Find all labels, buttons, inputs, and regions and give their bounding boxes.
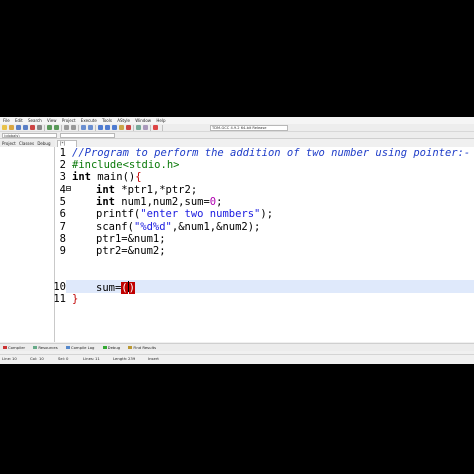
- line-number: 10: [53, 281, 66, 293]
- find-results-icon: [128, 346, 133, 349]
- menu-execute[interactable]: Execute: [81, 118, 97, 123]
- code-line: ptr1=&num1;: [96, 233, 166, 245]
- menu-window[interactable]: Window: [135, 118, 151, 123]
- close-icon[interactable]: [30, 125, 35, 130]
- menu-bar: File Edit Search View Project Execute To…: [0, 117, 474, 124]
- tab-debug-output[interactable]: Debug: [102, 345, 120, 350]
- rebuild-icon[interactable]: [119, 125, 124, 130]
- menu-astyle[interactable]: AStyle: [117, 118, 130, 123]
- chart-icon[interactable]: [136, 125, 141, 130]
- editor-tab[interactable]: [*] Untitled1: [57, 140, 78, 152]
- menu-view[interactable]: View: [47, 118, 57, 123]
- menu-edit[interactable]: Edit: [15, 118, 23, 123]
- resources-icon: [33, 346, 38, 349]
- compiler-select[interactable]: TDM-GCC 4.9.2 64-bit Release: [210, 125, 288, 131]
- tab-find-results[interactable]: Find Results: [128, 345, 156, 350]
- new-file-icon[interactable]: [2, 125, 7, 130]
- debug-output-icon: [102, 346, 107, 349]
- compile-run-icon[interactable]: [112, 125, 117, 130]
- status-lines-label: Lines:: [83, 356, 95, 361]
- save-all-icon[interactable]: [23, 125, 28, 130]
- code-line: int num1,num2,sum=0;: [96, 196, 223, 208]
- tab-classes[interactable]: Classes: [19, 141, 34, 146]
- line-number: 9: [59, 245, 66, 257]
- status-line-value: 10: [12, 356, 17, 361]
- panel-tabs: Project Classes Debug: [0, 140, 55, 147]
- tab-debug[interactable]: Debug: [37, 141, 50, 146]
- status-bar: Line: 10 Col: 10 Sel: 0 Lines: 11 Length…: [0, 354, 474, 362]
- code-editor[interactable]: 1 2 3 4 5 6 7 8 9 10 11 //Program to per…: [53, 147, 474, 342]
- line-number: 8: [59, 233, 66, 245]
- ide-window: File Edit Search View Project Execute To…: [0, 117, 474, 364]
- save-icon[interactable]: [16, 125, 21, 130]
- main-toolbar: TDM-GCC 4.9.2 64-bit Release: [0, 124, 474, 132]
- open-folder-icon[interactable]: [9, 125, 14, 130]
- print-icon[interactable]: [37, 125, 42, 130]
- line-number: 1: [59, 147, 66, 159]
- output-tabs: Compiler Resources Compile Log Debug Fin…: [0, 343, 474, 351]
- menu-file[interactable]: File: [3, 118, 10, 123]
- code-line: ptr2=&num2;: [96, 245, 166, 257]
- code-line: }: [72, 293, 79, 305]
- tab-project[interactable]: Project: [2, 141, 16, 146]
- code-line: #include<stdio.h>: [72, 159, 180, 171]
- line-number: 5: [59, 196, 66, 208]
- code-line: int main(){: [72, 171, 142, 183]
- line-number: 11: [53, 293, 66, 305]
- stop-icon[interactable]: [153, 125, 158, 130]
- tab-compile-log[interactable]: Compile Log: [65, 345, 94, 350]
- project-browser: [0, 147, 55, 342]
- redo-icon[interactable]: [54, 125, 59, 130]
- indent-icon[interactable]: [81, 125, 86, 130]
- line-number: 2: [59, 159, 66, 171]
- code-line: printf("enter two numbers");: [96, 208, 274, 220]
- menu-search[interactable]: Search: [28, 118, 42, 123]
- symbol-select[interactable]: [60, 133, 115, 138]
- code-line: scanf("%d%d",&num1,&num2);: [96, 221, 261, 233]
- code-line: //Program to perform the addition of two…: [72, 147, 471, 159]
- secondary-toolbar: (globals): [0, 132, 474, 139]
- status-sel-value: 0: [66, 356, 69, 361]
- run-icon[interactable]: [105, 125, 110, 130]
- tab-compiler[interactable]: Compiler: [3, 345, 25, 350]
- line-number: 4: [59, 184, 66, 196]
- scope-select[interactable]: (globals): [2, 133, 57, 138]
- status-mode: Insert: [148, 356, 159, 361]
- code-line: int *ptr1,*ptr2;: [96, 184, 198, 196]
- status-lines-value: 11: [95, 356, 100, 361]
- status-col-label: Col:: [30, 356, 38, 361]
- status-sel-label: Sel:: [58, 356, 66, 361]
- compile-icon[interactable]: [98, 125, 103, 130]
- compiler-icon: [3, 346, 7, 349]
- fold-toggle-icon[interactable]: [66, 186, 71, 191]
- line-number: 6: [59, 208, 66, 220]
- compile-log-icon: [65, 346, 70, 349]
- status-col-value: 10: [39, 356, 44, 361]
- profile-icon[interactable]: [143, 125, 148, 130]
- line-number: 7: [59, 221, 66, 233]
- line-number-gutter: 1 2 3 4 5 6 7 8 9 10 11: [53, 147, 66, 342]
- menu-tools[interactable]: Tools: [102, 118, 112, 123]
- undo-icon[interactable]: [47, 125, 52, 130]
- debug-icon[interactable]: [126, 125, 131, 130]
- code-line: sum=(): [96, 281, 135, 294]
- menu-help[interactable]: Help: [156, 118, 165, 123]
- menu-project[interactable]: Project: [62, 118, 76, 123]
- status-line-label: Line:: [2, 356, 12, 361]
- unindent-icon[interactable]: [88, 125, 93, 130]
- tab-resources[interactable]: Resources: [33, 345, 58, 350]
- status-length-label: Length:: [113, 356, 128, 361]
- line-number: 3: [59, 171, 66, 183]
- status-length-value: 239: [128, 356, 136, 361]
- find-icon[interactable]: [64, 125, 69, 130]
- replace-icon[interactable]: [71, 125, 76, 130]
